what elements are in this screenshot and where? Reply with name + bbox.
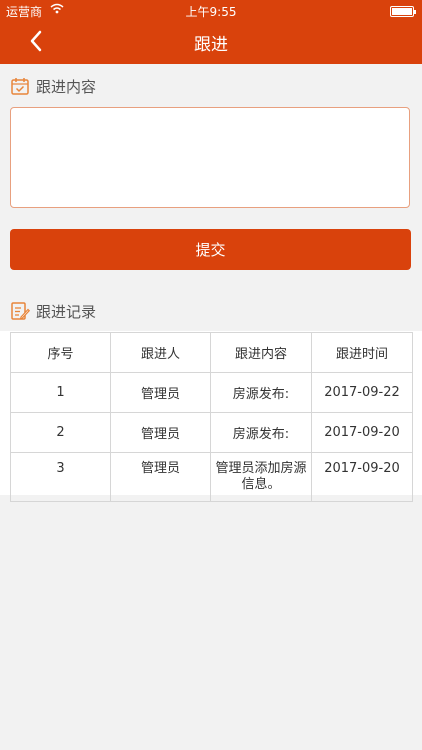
records-table: 序号 跟进人 跟进内容 跟进时间 1 管理员 房源发布: 2017-09-22 …: [10, 332, 413, 502]
followup-records-label: 跟进记录: [36, 302, 97, 321]
app-header: 运营商 上午9:55 跟进: [0, 0, 422, 64]
table-row: 1 管理员 房源发布: 2017-09-22: [10, 372, 413, 413]
header-time: 跟进时间: [311, 332, 413, 373]
cell-person: 管理员: [110, 412, 211, 453]
cell-person: 管理员: [110, 372, 211, 413]
cell-content: 房源发布:: [210, 372, 312, 413]
cell-person: 管理员: [110, 452, 211, 502]
table-row: 2 管理员 房源发布: 2017-09-20: [10, 412, 413, 453]
header-content: 跟进内容: [210, 332, 312, 373]
submit-button[interactable]: 提交: [10, 229, 411, 270]
cell-time: 2017-09-20: [311, 452, 413, 502]
table-header-row: 序号 跟进人 跟进内容 跟进时间: [10, 332, 413, 373]
status-time: 上午9:55: [185, 5, 237, 19]
nav-bar: 跟进: [0, 20, 422, 64]
followup-content-header: 跟进内容: [10, 74, 96, 98]
followup-content-input[interactable]: [10, 107, 410, 208]
followup-content-label: 跟进内容: [36, 77, 97, 96]
page-title: 跟进: [194, 35, 228, 55]
note-edit-icon: [10, 301, 31, 321]
cell-content: 房源发布:: [210, 412, 312, 453]
battery-icon: [390, 6, 416, 17]
cell-time: 2017-09-20: [311, 412, 413, 453]
cell-time: 2017-09-22: [311, 372, 413, 413]
status-bar: 运营商 上午9:55: [0, 0, 422, 20]
header-person: 跟进人: [110, 332, 211, 373]
cell-content: 管理员添加房源信息。: [210, 452, 312, 502]
records-table-panel: 序号 跟进人 跟进内容 跟进时间 1 管理员 房源发布: 2017-09-22 …: [0, 331, 422, 502]
followup-records-header: 跟进记录: [10, 299, 96, 323]
cell-index: 3: [10, 452, 111, 502]
cell-index: 2: [10, 412, 111, 453]
cell-index: 1: [10, 372, 111, 413]
header-index: 序号: [10, 332, 111, 373]
table-row: 3 管理员 管理员添加房源信息。 2017-09-20: [10, 452, 413, 502]
calendar-check-icon: [10, 76, 30, 96]
